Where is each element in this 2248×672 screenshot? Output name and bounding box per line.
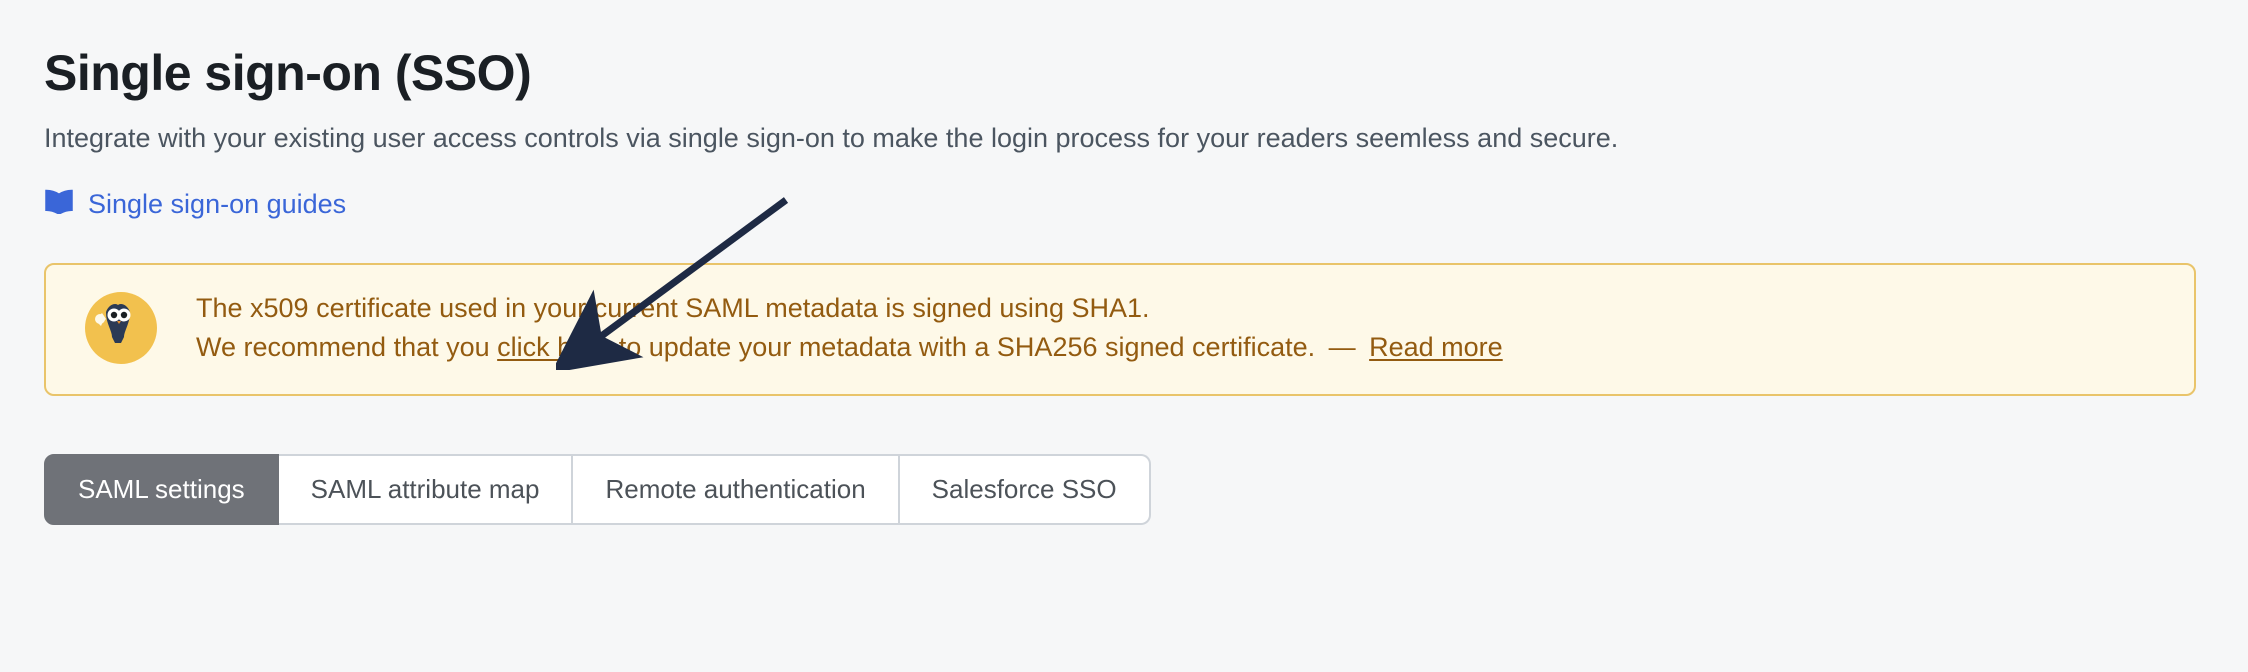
tab-saml-settings[interactable]: SAML settings <box>44 454 279 525</box>
tab-saml-attribute-map[interactable]: SAML attribute map <box>279 454 574 525</box>
read-more-link[interactable]: Read more <box>1369 332 1503 362</box>
sso-tabbar: SAML settings SAML attribute map Remote … <box>44 454 2248 525</box>
em-dash: — <box>1329 332 1356 362</box>
sso-guides-link[interactable]: Single sign-on guides <box>44 188 346 221</box>
tab-remote-authentication[interactable]: Remote authentication <box>573 454 899 525</box>
page-title: Single sign-on (SSO) <box>44 44 2248 102</box>
owl-bell-icon <box>84 291 158 370</box>
page-description: Integrate with your existing user access… <box>44 120 2248 158</box>
tab-salesforce-sso[interactable]: Salesforce SSO <box>900 454 1151 525</box>
banner-text: The x509 certificate used in your curren… <box>196 289 1503 367</box>
sha1-warning-banner: The x509 certificate used in your curren… <box>44 263 2196 396</box>
banner-line-2: We recommend that you click here to upda… <box>196 328 1503 367</box>
banner-line2-post: to update your metadata with a SHA256 si… <box>611 332 1322 362</box>
sso-guides-link-label: Single sign-on guides <box>88 189 346 220</box>
banner-line2-pre: We recommend that you <box>196 332 497 362</box>
click-here-link[interactable]: click here <box>497 332 611 362</box>
book-icon <box>44 188 74 221</box>
banner-line-1: The x509 certificate used in your curren… <box>196 289 1503 328</box>
